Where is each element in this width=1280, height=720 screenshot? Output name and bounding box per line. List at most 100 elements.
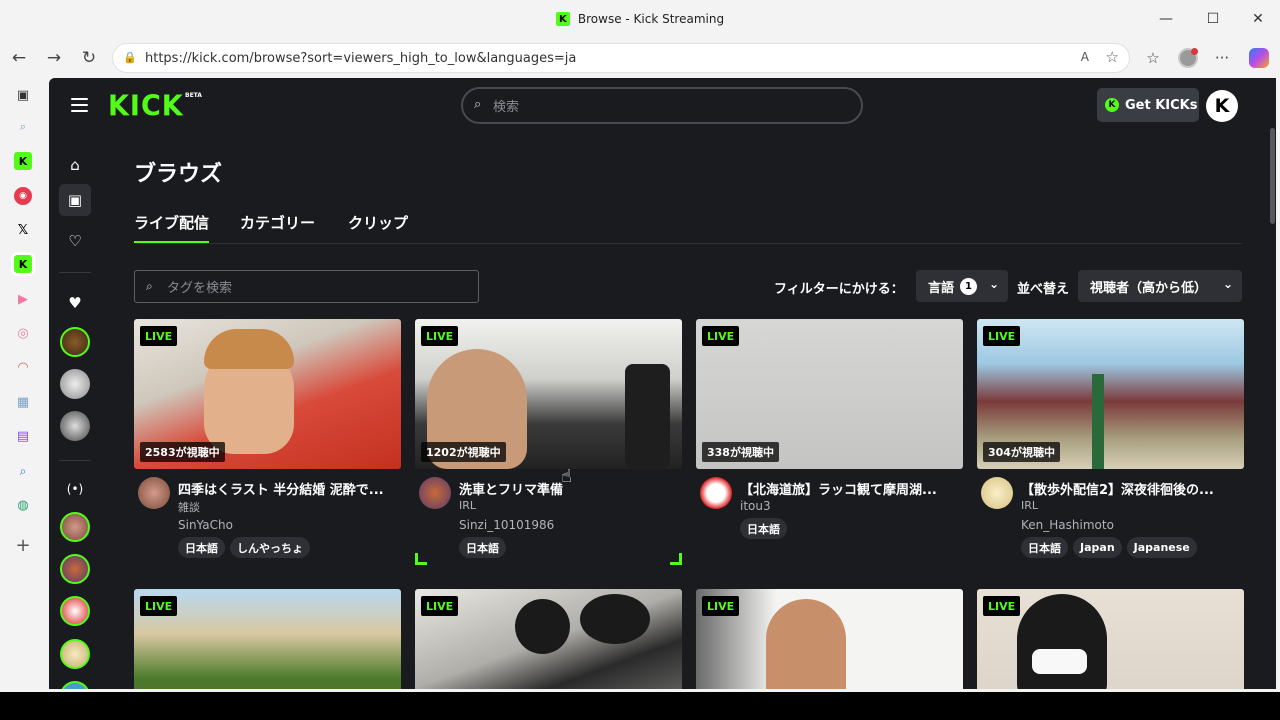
favorite-star-icon[interactable]: ☆ <box>1106 48 1119 66</box>
stream-card[interactable]: LIVE <box>134 589 401 689</box>
stream-meta: 【散歩外配信2】深夜徘徊後の... IRL Ken_Hashimoto 日本語 … <box>977 469 1244 565</box>
streamer-name[interactable]: Ken_Hashimoto <box>1021 518 1114 532</box>
search-app-icon[interactable]: ⌕ <box>14 462 32 480</box>
kick-app-icon[interactable]: K <box>14 152 32 170</box>
stream-card[interactable]: LIVE <box>415 589 682 689</box>
stream-card[interactable]: LIVE <box>696 589 963 689</box>
location-app-icon[interactable]: ◎ <box>14 324 32 342</box>
stream-thumbnail[interactable]: LIVE 1202が視聴中 <box>415 319 682 469</box>
minimize-button[interactable]: — <box>1143 0 1189 38</box>
stream-thumbnail[interactable]: LIVE <box>415 589 682 689</box>
add-app-icon[interactable]: + <box>14 535 32 556</box>
kick-logo[interactable]: KICK <box>108 90 184 123</box>
stream-title[interactable]: 【北海道旅】ラッコ観て摩周湖... <box>740 479 960 498</box>
stream-card[interactable]: LIVE 338が視聴中 【北海道旅】ラッコ観て摩周湖... itou3 日本語 <box>696 319 963 565</box>
browse-tabs: ライブ配信 カテゴリー クリップ <box>134 212 1242 244</box>
stream-meta: 洗車とフリマ準備 IRL Sinzi_10101986 日本語 <box>415 469 682 565</box>
language-filter-button[interactable]: 言語 1 ⌄ <box>916 270 1008 302</box>
stream-thumbnail[interactable]: LIVE 2583が視聴中 <box>134 319 401 469</box>
thumbnail-mask <box>1032 649 1087 674</box>
tag-chip[interactable]: Japan <box>1073 537 1122 558</box>
live-channel-avatar[interactable] <box>60 554 90 584</box>
stream-title[interactable]: 【散歩外配信2】深夜徘徊後の... <box>1021 479 1241 498</box>
streamer-name[interactable]: SinYaCho <box>178 518 233 532</box>
tab-actions-icon[interactable]: ▣ <box>14 86 32 104</box>
streamer-avatar[interactable] <box>700 477 732 509</box>
stream-category[interactable]: 雑談 <box>178 499 200 515</box>
tab-clips[interactable]: クリップ <box>348 212 408 233</box>
live-badge: LIVE <box>140 326 178 346</box>
tag-chips: 日本語 しんやっちょ <box>178 537 310 558</box>
stream-card[interactable]: LIVE 2583が視聴中 四季はくラスト 半分結婚 泥酔で... 雑談 Sin… <box>134 319 401 565</box>
tab-categories[interactable]: カテゴリー <box>240 212 315 233</box>
stream-thumbnail[interactable]: LIVE 304が視聴中 <box>977 319 1244 469</box>
back-button[interactable]: ← <box>7 46 31 70</box>
twitch-app-icon[interactable]: ▤ <box>14 427 32 445</box>
streamer-name[interactable]: itou3 <box>740 499 771 513</box>
streamer-avatar[interactable] <box>138 477 170 509</box>
forward-button[interactable]: → <box>42 46 66 70</box>
stream-thumbnail[interactable]: LIVE <box>134 589 401 689</box>
followed-channel-avatar[interactable] <box>60 327 90 357</box>
search-icon[interactable]: ⌕ <box>14 118 32 136</box>
tag-chip[interactable]: 日本語 <box>459 537 506 558</box>
page-title: ブラウズ <box>134 162 223 187</box>
streamer-name[interactable]: Sinzi_10101986 <box>459 518 554 532</box>
stream-category[interactable]: IRL <box>1021 499 1038 512</box>
tag-chip[interactable]: 日本語 <box>1021 537 1068 558</box>
menu-icon[interactable] <box>71 98 89 112</box>
search-input[interactable]: ⌕ 検索 <box>461 87 863 124</box>
live-channel-avatar[interactable] <box>60 639 90 669</box>
maximize-button[interactable]: ☐ <box>1190 0 1236 38</box>
tag-chip[interactable]: 日本語 <box>740 518 787 539</box>
tag-chip[interactable]: 日本語 <box>178 537 225 558</box>
language-label: 言語 <box>928 280 955 296</box>
read-aloud-icon[interactable]: A <box>1081 50 1089 64</box>
lock-icon: 🔒 <box>123 51 137 64</box>
home-icon[interactable]: ⌂ <box>66 156 84 174</box>
page-scrollbar[interactable] <box>1270 128 1275 224</box>
address-bar[interactable]: 🔒 https://kick.com/browse?sort=viewers_h… <box>112 43 1130 73</box>
reload-button[interactable]: ↻ <box>77 46 101 70</box>
sort-dropdown[interactable]: 視聴者（高から低） ⌄ <box>1078 270 1242 302</box>
user-avatar[interactable]: K <box>1206 90 1238 122</box>
streamer-avatar[interactable] <box>981 477 1013 509</box>
stream-card[interactable]: LIVE 1202が視聴中 洗車とフリマ準備 IRL Sinzi_1010198… <box>415 319 682 565</box>
tag-search-input[interactable]: ⌕ タグを検索 <box>134 270 479 303</box>
gauge-app-icon[interactable]: ◠ <box>14 358 32 376</box>
stream-card[interactable]: LIVE <box>977 589 1244 689</box>
live-channel-avatar[interactable] <box>60 512 90 542</box>
get-kicks-button[interactable]: K Get KICKs <box>1097 88 1199 122</box>
followed-channel-avatar[interactable] <box>60 411 90 441</box>
copilot-button[interactable] <box>1247 46 1271 70</box>
favorites-icon[interactable]: ☆ <box>1141 46 1165 70</box>
viewer-count: 304が視聴中 <box>983 442 1060 462</box>
image-app-icon[interactable]: ▦ <box>14 393 32 411</box>
live-badge: LIVE <box>421 326 459 346</box>
browse-icon[interactable]: ▣ <box>66 191 84 209</box>
stream-thumbnail[interactable]: LIVE 338が視聴中 <box>696 319 963 469</box>
stream-card[interactable]: LIVE 304が視聴中 【散歩外配信2】深夜徘徊後の... IRL Ken_H… <box>977 319 1244 565</box>
live-channel-avatar[interactable] <box>60 596 90 626</box>
stream-title[interactable]: 四季はくラスト 半分結婚 泥酔で... <box>178 479 398 498</box>
following-heart-icon[interactable]: ♡ <box>66 232 84 250</box>
x-app-icon[interactable]: 𝕏 <box>14 221 32 239</box>
streamer-avatar[interactable] <box>419 477 451 509</box>
live-channel-avatar[interactable] <box>60 681 90 689</box>
stream-thumbnail[interactable]: LIVE <box>696 589 963 689</box>
tag-chip[interactable]: しんやっちょ <box>230 537 310 558</box>
followed-channel-avatar[interactable] <box>60 369 90 399</box>
kick-app-icon-active[interactable]: K <box>11 252 35 276</box>
copilot-icon <box>1249 48 1269 68</box>
tab-live[interactable]: ライブ配信 <box>134 212 210 243</box>
app-icon-red[interactable]: ◉ <box>14 187 32 205</box>
stream-category[interactable]: IRL <box>459 499 476 512</box>
profile-button[interactable] <box>1176 46 1200 70</box>
video-app-icon[interactable]: ▶ <box>14 290 32 308</box>
kick-favicon-icon: K <box>555 12 570 26</box>
settings-more-button[interactable]: ··· <box>1210 46 1234 70</box>
stream-thumbnail[interactable]: LIVE <box>977 589 1244 689</box>
close-window-button[interactable]: ✕ <box>1235 0 1280 38</box>
globe-app-icon[interactable]: ◍ <box>14 496 32 514</box>
tag-chip[interactable]: Japanese <box>1126 537 1197 558</box>
